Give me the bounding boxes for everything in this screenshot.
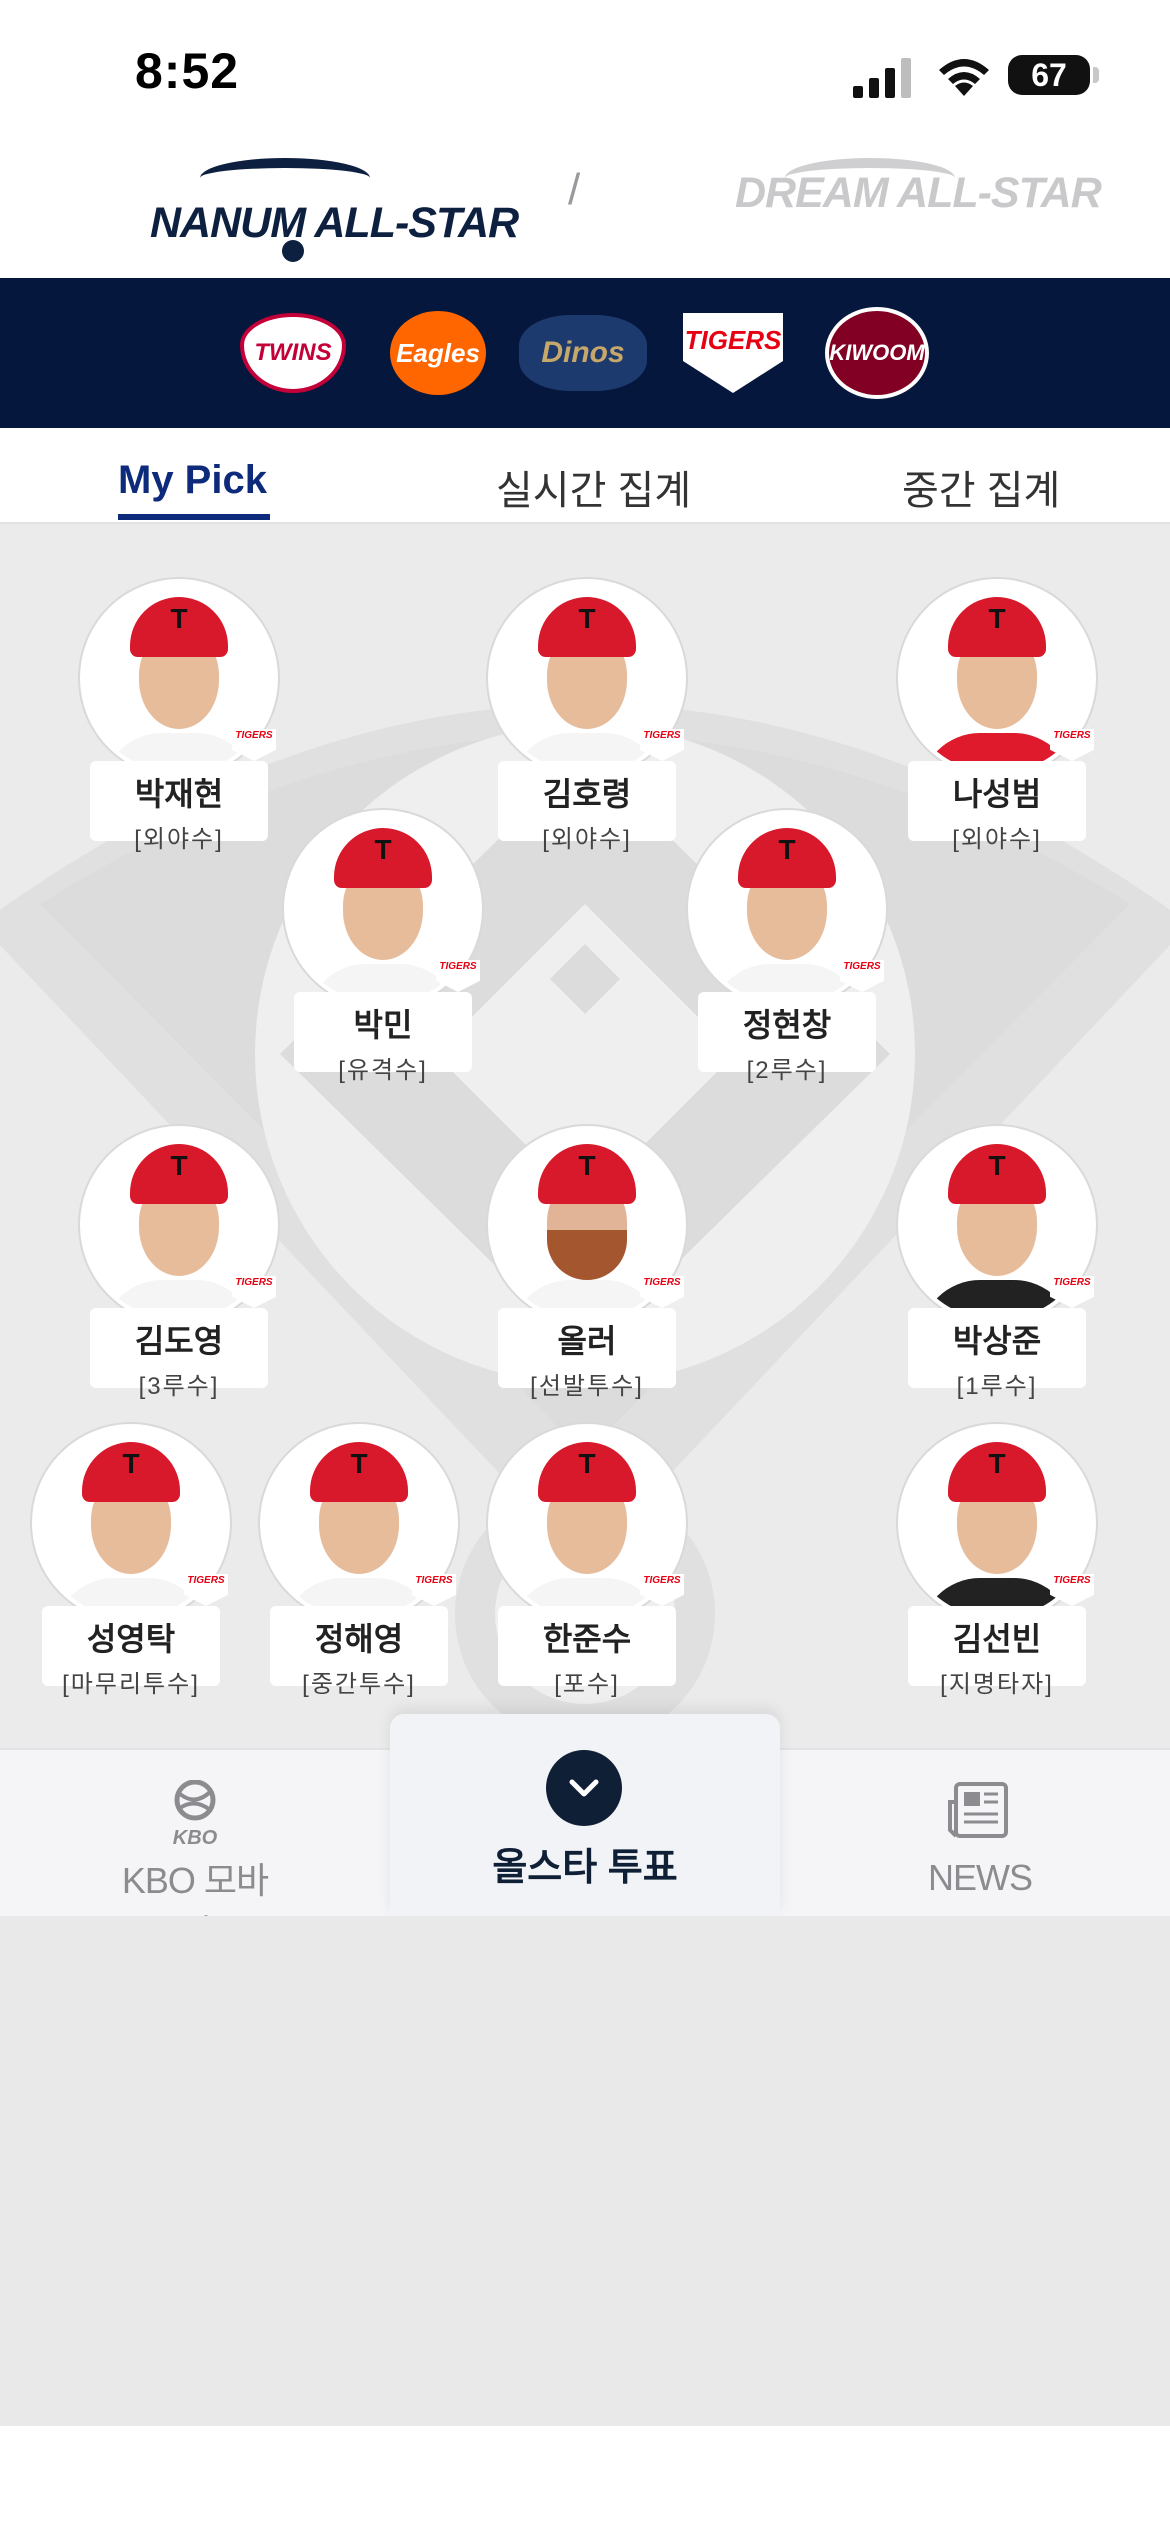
player-label: 올러 [선발투수]: [498, 1308, 676, 1400]
player-label: 박재현 [외야수]: [90, 761, 268, 853]
empty-content-area: [0, 1916, 1170, 2426]
player-position: [마무리투수]: [62, 1671, 200, 1698]
player-label: 한준수 [포수]: [498, 1606, 676, 1698]
status-time: 8:52: [135, 43, 240, 99]
player-name: 한준수: [542, 1621, 632, 1657]
player-label: 박민 [유격수]: [294, 992, 472, 1084]
player-card[interactable]: T TIGERS 올러 [선발투수]: [488, 1126, 688, 1400]
player-name: 박민: [353, 1007, 413, 1043]
status-bar: 8:52 67: [0, 0, 1170, 140]
header-separator: /: [568, 165, 581, 214]
kbo-logo-icon: [174, 1779, 216, 1821]
tab-my-pick[interactable]: My Pick: [118, 458, 267, 503]
battery-icon: 67: [1008, 55, 1090, 95]
team-name: TIGERS: [684, 325, 782, 355]
player-card[interactable]: T TIGERS 정현창 [2루수]: [688, 810, 888, 1084]
player-name: 김선빈: [952, 1621, 1042, 1657]
kia-tigers-logo[interactable]: TIGERS: [678, 308, 788, 398]
player-position: [유격수]: [338, 1057, 428, 1084]
dream-allstar-logo[interactable]: DREAM ALL-STAR: [735, 150, 1102, 240]
player-position: [선발투수]: [530, 1373, 644, 1400]
player-position: [외야수]: [952, 826, 1042, 853]
player-label: 김호령 [외야수]: [498, 761, 676, 853]
player-name: 성영탁: [86, 1621, 176, 1657]
player-position: [지명타자]: [940, 1671, 1054, 1698]
player-card[interactable]: T TIGERS 성영탁 [마무리투수]: [32, 1424, 232, 1698]
active-indicator-dot: [282, 240, 304, 262]
player-name: 정해영: [314, 1621, 404, 1657]
kbo-logo-text: KBO: [172, 1827, 218, 1849]
tab-bar: My Pick 실시간 집계 중간 집계: [0, 428, 1170, 524]
newspaper-icon: [948, 1782, 1008, 1838]
player-position: [3루수]: [138, 1373, 220, 1400]
team-name: Dinos: [541, 336, 625, 369]
player-name: 박재현: [134, 776, 224, 812]
wifi-icon: [939, 59, 989, 96]
player-position: [포수]: [554, 1671, 620, 1698]
player-card[interactable]: T TIGERS 김호령 [외야수]: [488, 579, 688, 853]
player-label: 나성범 [외야수]: [908, 761, 1086, 853]
player-position: [외야수]: [542, 826, 632, 853]
nav-news[interactable]: NEWS: [880, 1780, 1080, 1899]
player-position: [중간투수]: [302, 1671, 416, 1698]
player-label: 정해영 [중간투수]: [270, 1606, 448, 1698]
player-name: 나성범: [952, 776, 1042, 812]
player-name: 김도영: [134, 1323, 224, 1359]
player-card[interactable]: T TIGERS 한준수 [포수]: [488, 1424, 688, 1698]
vote-toggle-button[interactable]: [546, 1750, 622, 1826]
player-card[interactable]: T TIGERS 김선빈 [지명타자]: [898, 1424, 1098, 1698]
player-card[interactable]: T TIGERS 김도영 [3루수]: [80, 1126, 280, 1400]
player-label: 성영탁 [마무리투수]: [42, 1606, 220, 1698]
player-position: [2루수]: [746, 1057, 828, 1084]
player-name: 김호령: [542, 776, 632, 812]
nav-vote-label: 올스타 투표: [492, 1847, 678, 1889]
player-label: 정현창 [2루수]: [698, 992, 876, 1084]
nav-news-label: NEWS: [928, 1857, 1033, 1898]
player-card[interactable]: T TIGERS 나성범 [외야수]: [898, 579, 1098, 853]
cellular-signal-icon: [853, 58, 911, 98]
player-name: 올러: [557, 1323, 617, 1359]
baseball-field: T TIGERS 박재현 [외야수] T TIGERS 김호령 [외야수] T TI…: [0, 524, 1170, 1748]
player-card[interactable]: T TIGERS 정해영 [중간투수]: [260, 1424, 460, 1698]
player-label: 김선빈 [지명타자]: [908, 1606, 1086, 1698]
tab-interim-count[interactable]: 중간 집계: [902, 458, 1060, 516]
lg-twins-logo[interactable]: TWINS: [238, 308, 348, 398]
nc-dinos-logo[interactable]: Dinos: [518, 308, 648, 398]
player-position: [1루수]: [956, 1373, 1038, 1400]
logo-swoosh: [200, 158, 370, 198]
team-name: Eagles: [396, 337, 480, 368]
player-card[interactable]: T TIGERS 박상준 [1루수]: [898, 1126, 1098, 1400]
battery-tip: [1093, 67, 1099, 83]
team-name: TWINS: [254, 339, 332, 366]
player-name: 박상준: [952, 1323, 1042, 1359]
battery-level: 67: [1031, 56, 1067, 93]
team-name: KIWOOM: [829, 340, 925, 365]
chevron-down-icon: [569, 1779, 599, 1797]
hanwha-eagles-logo[interactable]: Eagles: [383, 308, 493, 398]
player-label: 박상준 [1루수]: [908, 1308, 1086, 1400]
kiwoom-heroes-logo[interactable]: KIWOOM: [822, 307, 932, 399]
player-position: [외야수]: [134, 826, 224, 853]
nav-allstar-vote[interactable]: 올스타 투표: [390, 1714, 780, 1916]
tab-live-count[interactable]: 실시간 집계: [496, 458, 691, 516]
dream-logo-text: DREAM ALL-STAR: [735, 169, 1102, 217]
player-card[interactable]: T TIGERS 박민 [유격수]: [284, 810, 484, 1084]
player-name: 정현창: [742, 1007, 832, 1043]
player-label: 김도영 [3루수]: [90, 1308, 268, 1400]
player-card[interactable]: T TIGERS 박재현 [외야수]: [80, 579, 280, 853]
team-logo-band: TWINS Eagles Dinos TIGERS KIWOOM: [0, 278, 1170, 428]
active-tab-underline: [118, 514, 270, 520]
